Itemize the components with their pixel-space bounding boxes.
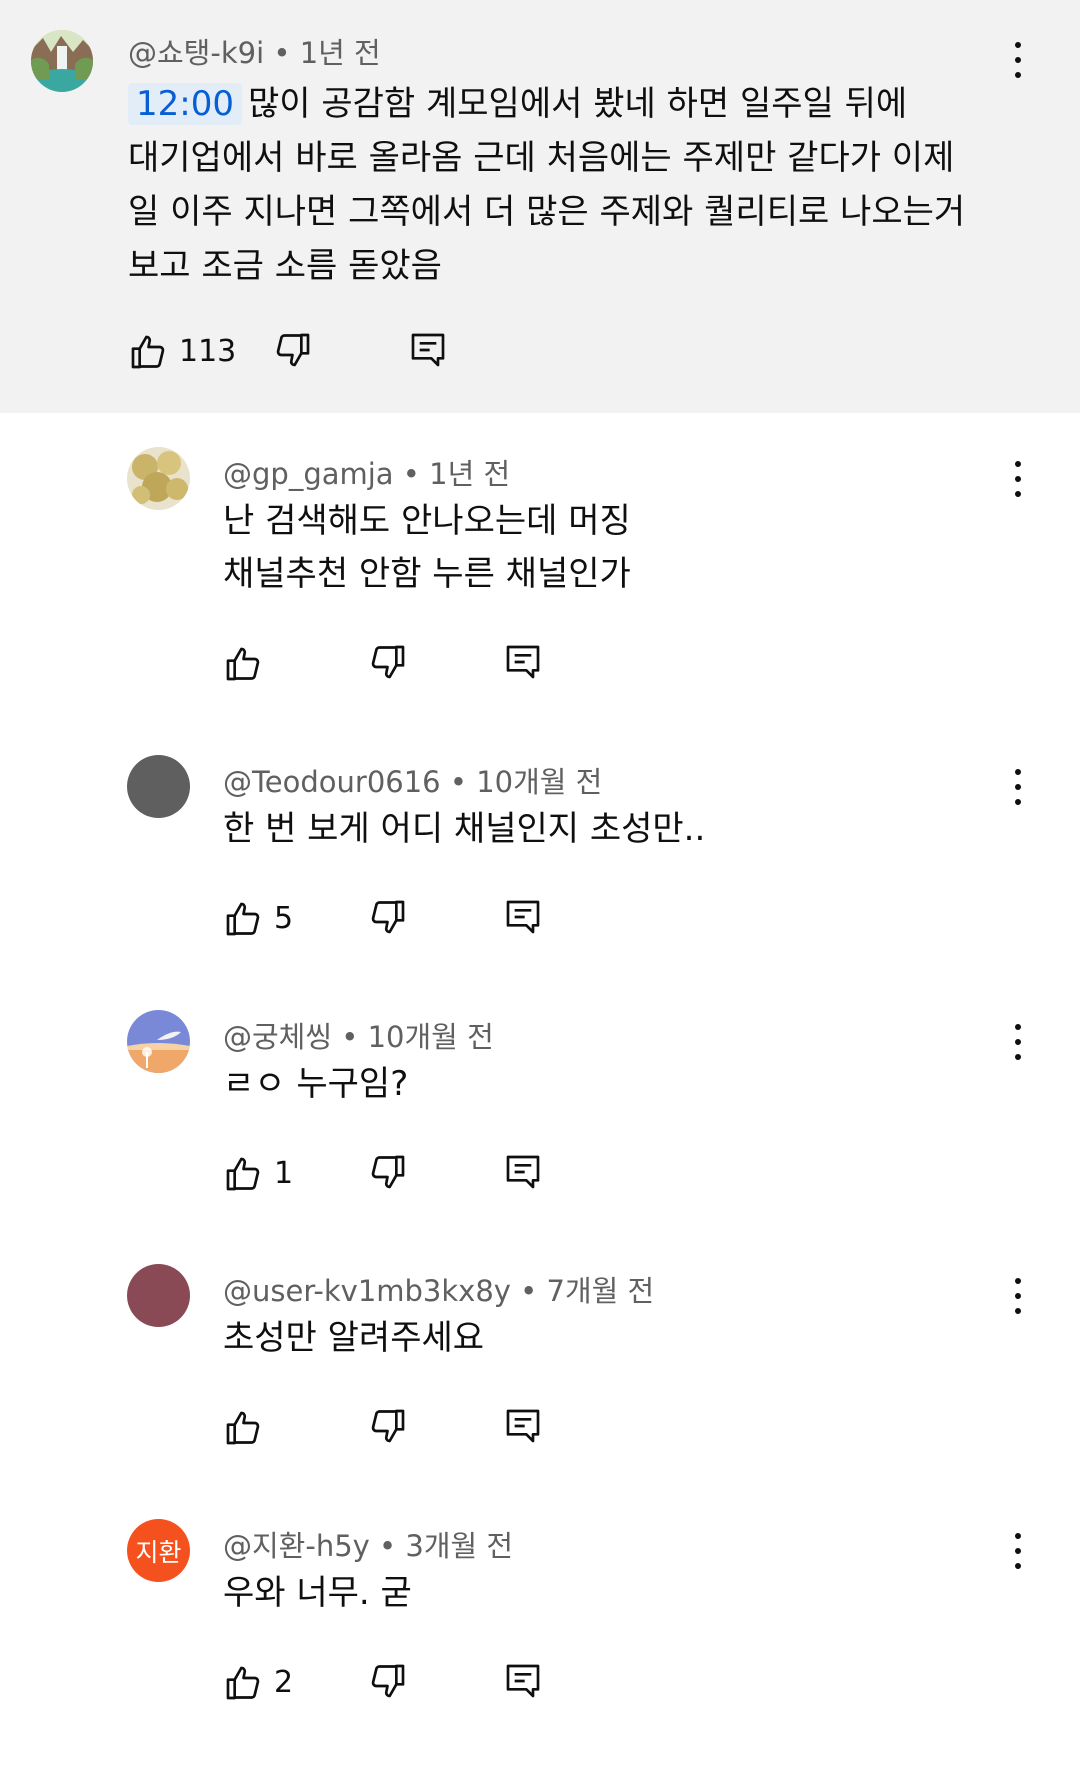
comment-meta: @user-kv1mb3kx8y • 7개월 전 xyxy=(223,1268,654,1310)
comment-text: 난 검색해도 안나오는데 머징 채널추천 안함 누른 채널인가 xyxy=(223,495,983,601)
author-name[interactable]: @Teodour0616 xyxy=(223,765,441,799)
avatar-letters: 지환 xyxy=(127,1519,190,1582)
timestamp-link[interactable]: 12:00 xyxy=(128,83,242,125)
avatar-teodour[interactable] xyxy=(127,755,190,818)
author-name[interactable]: @궁체씽 xyxy=(223,1020,332,1054)
like-count: 113 xyxy=(179,334,237,369)
comment-meta: @궁체씽 • 10개월 전 xyxy=(223,1014,494,1056)
comment-line: 많이 공감함 계모임에서 봤네 하면 일주일 뒤에 xyxy=(247,84,908,124)
avatar-user-kv1mb3kx8y[interactable] xyxy=(127,1264,190,1327)
action-bar: 5 xyxy=(223,895,563,943)
comment-text: ㄹㅇ 누구임? xyxy=(223,1058,983,1111)
meta-separator: • xyxy=(402,457,420,491)
comment-meta: @지환-h5y • 3개월 전 xyxy=(223,1523,513,1565)
reply-comment: @Teodour0616 • 10개월 전 한 번 보게 어디 채널인지 초성만… xyxy=(0,755,1080,1005)
comment-meta: @Teodour0616 • 10개월 전 xyxy=(223,759,602,801)
like-count: 1 xyxy=(274,1156,294,1191)
reply-comment: 지환 @지환-h5y • 3개월 전 우와 너무. 굳 2 xyxy=(0,1519,1080,1769)
comment-time: 3개월 전 xyxy=(405,1529,514,1563)
author-name[interactable]: @gp_gamja xyxy=(223,457,394,491)
comment-time: 10개월 전 xyxy=(367,1020,494,1054)
thumbs-up-icon[interactable] xyxy=(223,644,263,684)
comment-text: 초성만 알려주세요 xyxy=(223,1312,983,1365)
thumbs-down-icon[interactable] xyxy=(273,330,313,370)
comment-time: 7개월 전 xyxy=(546,1274,655,1308)
reply-comment-icon[interactable] xyxy=(503,1406,543,1446)
comment-text: 한 번 보게 어디 채널인지 초성만.. xyxy=(223,803,983,856)
action-bar: 1 xyxy=(223,1150,563,1198)
meta-separator: • xyxy=(341,1020,359,1054)
author-name[interactable]: @쇼탱-k9i xyxy=(128,36,264,70)
reply-comment-icon[interactable] xyxy=(503,897,543,937)
more-vertical-icon[interactable] xyxy=(1004,1022,1032,1062)
comment-text: 우와 너무. 굳 xyxy=(223,1567,983,1620)
comment-line: 초성만 알려주세요 xyxy=(223,1318,485,1358)
thumbs-down-icon[interactable] xyxy=(368,642,408,682)
meta-separator: • xyxy=(379,1529,397,1563)
author-name[interactable]: @user-kv1mb3kx8y xyxy=(223,1274,511,1308)
meta-separator: • xyxy=(520,1274,538,1308)
comment-line: ㄹㅇ 누구임? xyxy=(223,1064,409,1104)
action-bar xyxy=(223,1404,563,1452)
meta-separator: • xyxy=(449,765,467,799)
more-vertical-icon[interactable] xyxy=(1004,767,1032,807)
thumbs-up-icon[interactable] xyxy=(223,1663,263,1703)
reply-comment: @gp_gamja • 1년 전 난 검색해도 안나오는데 머징 채널추천 안함… xyxy=(0,447,1080,697)
comment-thread: @쇼탱-k9i • 1년 전 12:00 많이 공감함 계모임에서 봤네 하면 일… xyxy=(0,0,1080,1729)
avatar-gungchessing[interactable] xyxy=(127,1010,190,1073)
comment-time: 1년 전 xyxy=(299,36,381,70)
avatar-gp-gamja[interactable] xyxy=(127,447,190,510)
thumbs-down-icon[interactable] xyxy=(368,897,408,937)
action-bar xyxy=(223,640,563,688)
comment-time: 10개월 전 xyxy=(476,765,603,799)
more-vertical-icon[interactable] xyxy=(1004,459,1032,499)
meta-separator: • xyxy=(273,36,291,70)
comment-time: 1년 전 xyxy=(429,457,511,491)
thumbs-down-icon[interactable] xyxy=(368,1406,408,1446)
author-name[interactable]: @지환-h5y xyxy=(223,1529,370,1563)
avatar-jihwan[interactable]: 지환 xyxy=(127,1519,190,1582)
comment-line: 채널추천 안함 누른 채널인가 xyxy=(223,554,631,594)
thumbs-up-icon[interactable] xyxy=(223,899,263,939)
thumbs-down-icon[interactable] xyxy=(368,1152,408,1192)
more-vertical-icon[interactable] xyxy=(1004,40,1032,80)
comment-line: 우와 너무. 굳 xyxy=(223,1573,412,1613)
like-count: 2 xyxy=(274,1665,294,1700)
comment-line: 보고 조금 소름 돋았음 xyxy=(128,246,442,286)
thumbs-up-icon[interactable] xyxy=(223,1154,263,1194)
thumbs-up-icon[interactable] xyxy=(223,1408,263,1448)
reply-comment-icon[interactable] xyxy=(503,642,543,682)
more-vertical-icon[interactable] xyxy=(1004,1276,1032,1316)
comment-meta: @gp_gamja • 1년 전 xyxy=(223,451,510,493)
action-bar: 2 xyxy=(223,1659,563,1707)
thumbs-up-icon[interactable] xyxy=(128,332,168,372)
more-vertical-icon[interactable] xyxy=(1004,1531,1032,1571)
comment-line: 한 번 보게 어디 채널인지 초성만.. xyxy=(223,809,706,849)
reply-comment: @궁체씽 • 10개월 전 ㄹㅇ 누구임? 1 xyxy=(0,1010,1080,1260)
action-bar: 113 xyxy=(128,328,468,376)
reply-comment-icon[interactable] xyxy=(503,1152,543,1192)
like-count: 5 xyxy=(274,901,294,936)
comment-line: 대기업에서 바로 올라옴 근데 처음에는 주제만 같다가 이제 xyxy=(128,138,955,178)
comment-line: 난 검색해도 안나오는데 머징 xyxy=(223,501,631,541)
avatar-shotang[interactable] xyxy=(31,30,93,92)
comment-meta: @쇼탱-k9i • 1년 전 xyxy=(128,30,381,72)
reply-comment-icon[interactable] xyxy=(503,1661,543,1701)
thumbs-down-icon[interactable] xyxy=(368,1661,408,1701)
top-comment: @쇼탱-k9i • 1년 전 12:00 많이 공감함 계모임에서 봤네 하면 일… xyxy=(0,0,1080,413)
comment-text: 12:00 많이 공감함 계모임에서 봤네 하면 일주일 뒤에 대기업에서 바로 … xyxy=(128,77,1008,293)
reply-comment: @user-kv1mb3kx8y • 7개월 전 초성만 알려주세요 xyxy=(0,1264,1080,1514)
comment-line: 일 이주 지나면 그쪽에서 더 많은 주제와 퀄리티로 나오는거 xyxy=(128,192,966,232)
reply-comment-icon[interactable] xyxy=(408,330,448,370)
